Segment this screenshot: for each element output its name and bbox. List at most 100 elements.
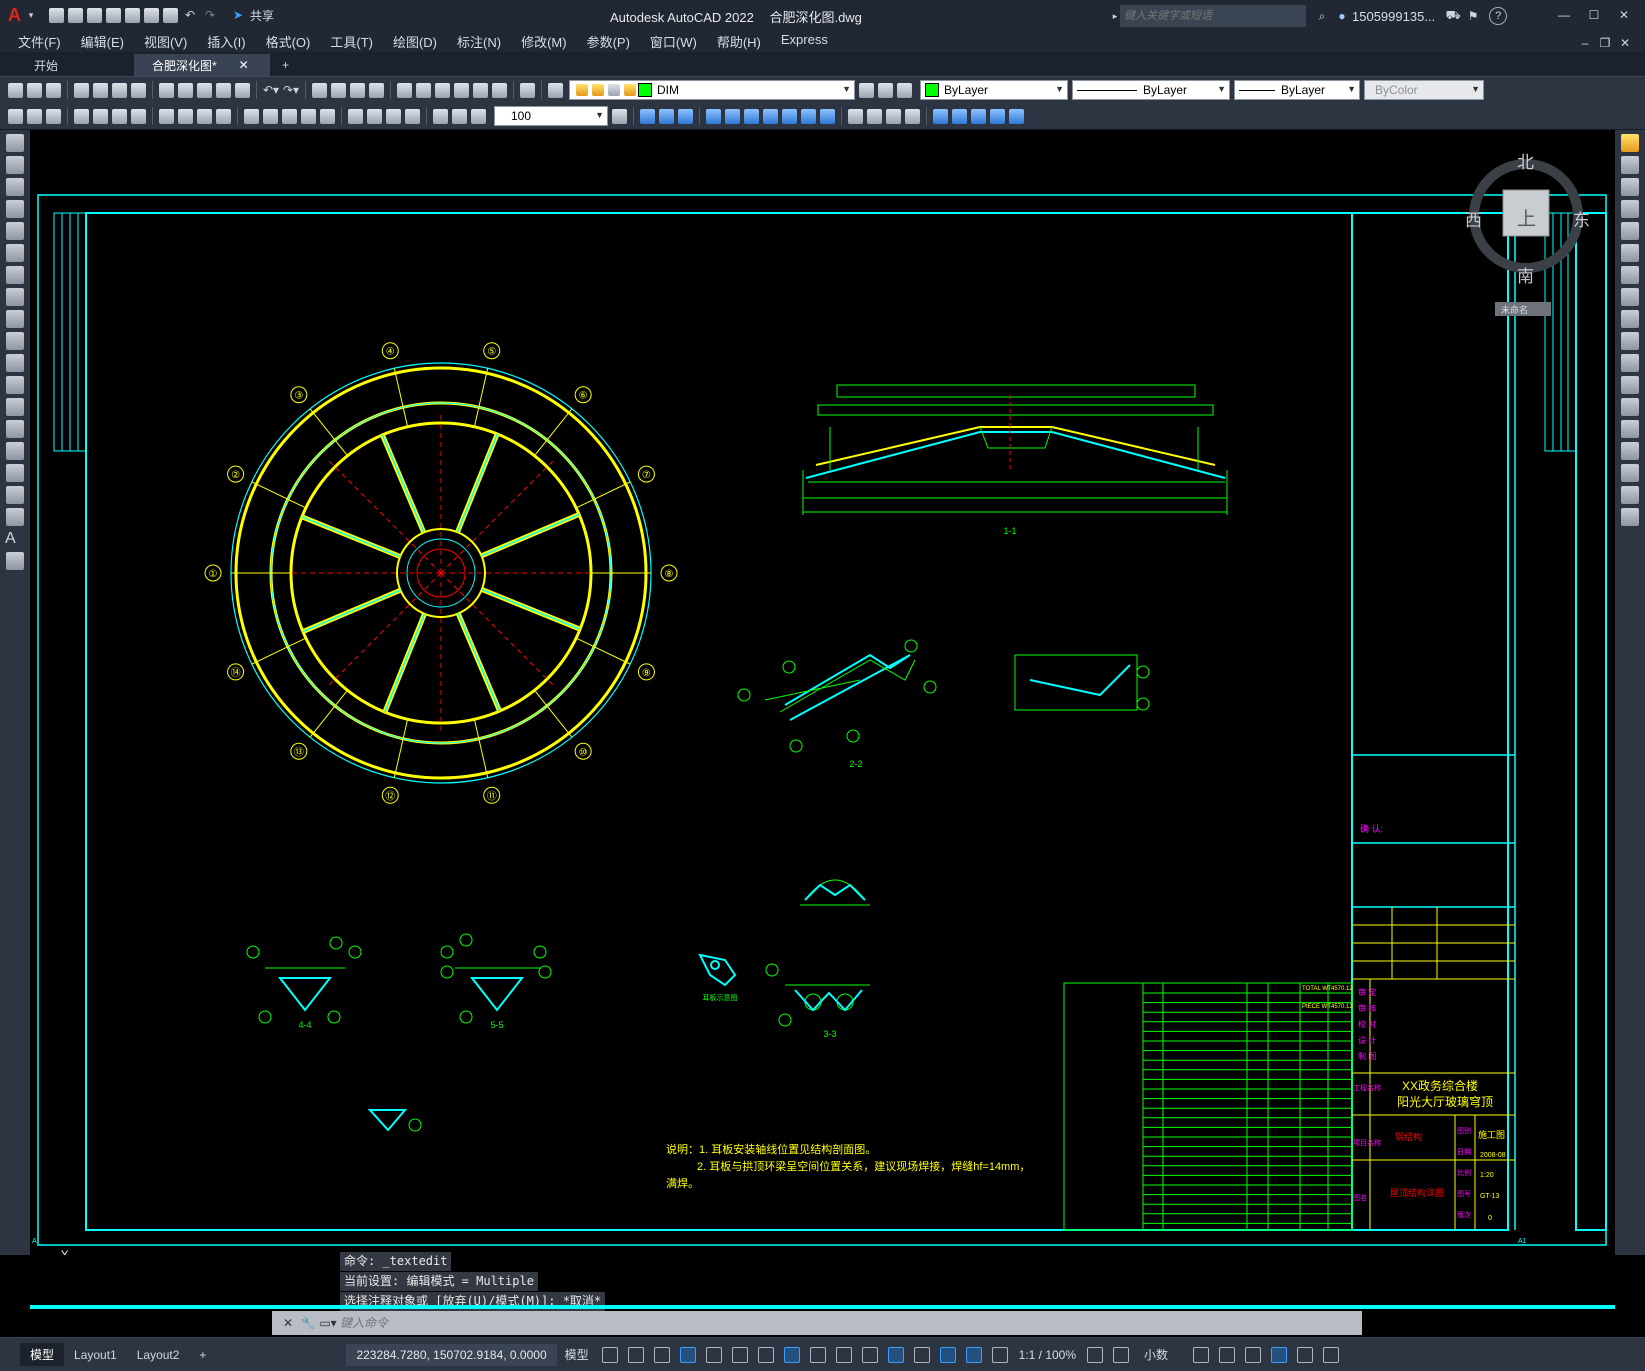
save-web-icon[interactable] <box>144 7 159 23</box>
undo-toolbar-icon[interactable]: ↶▾ <box>261 79 281 101</box>
zoom-previous-icon[interactable] <box>369 82 384 98</box>
minimize-icon[interactable]: — <box>1549 4 1579 26</box>
baseline-icon[interactable] <box>263 108 278 124</box>
app-menu-chevron-icon[interactable]: ▾ <box>27 4 35 26</box>
ortho-icon[interactable] <box>679 1346 696 1363</box>
tab-model[interactable]: 模型 <box>20 1343 65 1366</box>
selection-cycling-icon[interactable] <box>861 1346 878 1363</box>
radius-icon[interactable] <box>159 108 174 124</box>
customize-icon[interactable]: 🔧 <box>298 1312 318 1334</box>
redo-toolbar-icon[interactable]: ↷▾ <box>281 79 301 101</box>
offset-icon[interactable] <box>1621 200 1639 218</box>
dim-override-icon[interactable] <box>612 108 627 124</box>
menu-item[interactable]: 视图(V) <box>134 32 197 51</box>
dim-update-icon[interactable] <box>471 108 486 124</box>
pan-icon[interactable] <box>312 82 327 98</box>
dynamic-ucs-icon[interactable] <box>913 1346 930 1363</box>
jogged-linear-icon[interactable] <box>405 108 420 124</box>
make-current-icon[interactable] <box>859 82 874 98</box>
ne-iso-icon[interactable] <box>801 108 816 124</box>
properties-icon[interactable] <box>397 82 412 98</box>
tool-palettes-icon[interactable] <box>435 82 450 98</box>
erase-icon[interactable] <box>1621 134 1639 152</box>
search-input[interactable] <box>1120 5 1306 27</box>
calculator-icon[interactable] <box>492 82 507 98</box>
save-as-icon[interactable] <box>106 7 121 23</box>
tab-layout2[interactable]: Layout2 <box>127 1345 190 1365</box>
layer-on-icon[interactable] <box>576 84 588 96</box>
cut-icon[interactable] <box>159 82 174 98</box>
isodraft-icon[interactable] <box>731 1346 748 1363</box>
camera-icon[interactable] <box>867 108 882 124</box>
dim-scale-dropdown[interactable]: 100 ▼ <box>494 106 608 126</box>
compass-north[interactable]: 北 <box>1517 148 1534 173</box>
view-back-icon[interactable] <box>744 108 759 124</box>
aligned-dim-icon[interactable] <box>93 108 108 124</box>
jogged-icon[interactable] <box>178 108 193 124</box>
hardware-acceleration-icon[interactable] <box>1271 1346 1288 1363</box>
drawing-canvas[interactable]: ①②③④⑤⑥⑦⑧⑨⑩⑪⑫⑬⑭ 1-1 2-2 4-4 5-5 3-3 耳板示意图… <box>30 130 1615 1255</box>
layer-previous-icon[interactable] <box>878 82 893 98</box>
continue-icon[interactable] <box>282 108 297 124</box>
reassociate-icon[interactable] <box>46 108 61 124</box>
markup-icon[interactable] <box>473 82 488 98</box>
sw-iso-icon[interactable] <box>763 108 778 124</box>
menu-item[interactable]: 文件(F) <box>8 32 71 51</box>
layer-thaw-icon[interactable] <box>592 84 604 96</box>
ordinate-icon[interactable] <box>131 108 146 124</box>
multiline-text-icon[interactable]: A <box>5 530 25 548</box>
dim-style-icon[interactable] <box>8 108 23 124</box>
menu-item[interactable]: 标注(N) <box>447 32 511 51</box>
hatch-icon[interactable] <box>6 442 24 460</box>
join-icon[interactable] <box>1621 420 1639 438</box>
infer-constraints-icon[interactable] <box>653 1346 670 1363</box>
object-snap-tracking-icon[interactable] <box>757 1346 774 1363</box>
menu-item[interactable]: Express <box>771 32 838 51</box>
insert-block-icon[interactable] <box>6 376 24 394</box>
revision-cloud-icon[interactable] <box>6 288 24 306</box>
compass-south[interactable]: 南 <box>1517 262 1534 287</box>
share-icon[interactable]: ➤ <box>228 4 248 26</box>
plot-preview-icon[interactable] <box>93 82 108 98</box>
isolate-objects-icon[interactable] <box>1245 1346 1262 1363</box>
plot-icon[interactable] <box>163 7 178 23</box>
share-label[interactable]: 共享 <box>250 7 274 24</box>
lineweight-dropdown[interactable]: ByLayer ▼ <box>1234 80 1360 100</box>
dim-edit-icon[interactable] <box>433 108 448 124</box>
copy-icon[interactable] <box>178 82 193 98</box>
plotstyle-dropdown[interactable]: ByColor ▼ <box>1364 80 1484 100</box>
polygon-icon[interactable] <box>6 200 24 218</box>
undo-icon[interactable]: ↶ <box>180 4 200 26</box>
annotation-visibility-icon[interactable] <box>965 1346 982 1363</box>
trim-icon[interactable] <box>1621 332 1639 350</box>
break-point-icon[interactable] <box>1621 376 1639 394</box>
dim-space-icon[interactable] <box>301 108 316 124</box>
new-file-icon[interactable] <box>49 7 64 23</box>
linetype-dropdown[interactable]: ByLayer ▼ <box>1072 80 1230 100</box>
lock-ui-icon[interactable] <box>1219 1346 1236 1363</box>
stretch-icon[interactable] <box>1621 310 1639 328</box>
visual-style-icon[interactable] <box>886 108 901 124</box>
coordinate-readout[interactable]: 223284.7280, 150702.9184, 0.0000 <box>346 1343 557 1366</box>
arc-length-icon[interactable] <box>112 108 127 124</box>
units-dropdown[interactable]: 小数 <box>1144 1346 1168 1363</box>
gradient-icon[interactable] <box>6 464 24 482</box>
spline-icon[interactable] <box>6 310 24 328</box>
tab-layout1[interactable]: Layout1 <box>64 1345 127 1365</box>
ucs-3point-icon[interactable] <box>990 108 1005 124</box>
quick-dim-icon[interactable] <box>244 108 259 124</box>
clean-screen-icon[interactable] <box>1297 1346 1314 1363</box>
center-mark-icon[interactable] <box>367 108 382 124</box>
viewcube[interactable]: 北 西 东 南 上 未命名 <box>1465 148 1590 323</box>
recent-commands-icon[interactable]: ▭▾ <box>318 1312 338 1334</box>
match-properties-icon[interactable] <box>216 82 231 98</box>
rotate-icon[interactable] <box>1621 266 1639 284</box>
3d-osnap-icon[interactable] <box>887 1346 904 1363</box>
autocad-logo-icon[interactable]: A <box>8 5 21 26</box>
line-icon[interactable] <box>6 134 24 152</box>
diameter-icon[interactable] <box>197 108 212 124</box>
snap-icon[interactable] <box>627 1346 644 1363</box>
paste-icon[interactable] <box>197 82 212 98</box>
compass-west[interactable]: 西 <box>1465 206 1482 231</box>
make-block-icon[interactable] <box>6 398 24 416</box>
